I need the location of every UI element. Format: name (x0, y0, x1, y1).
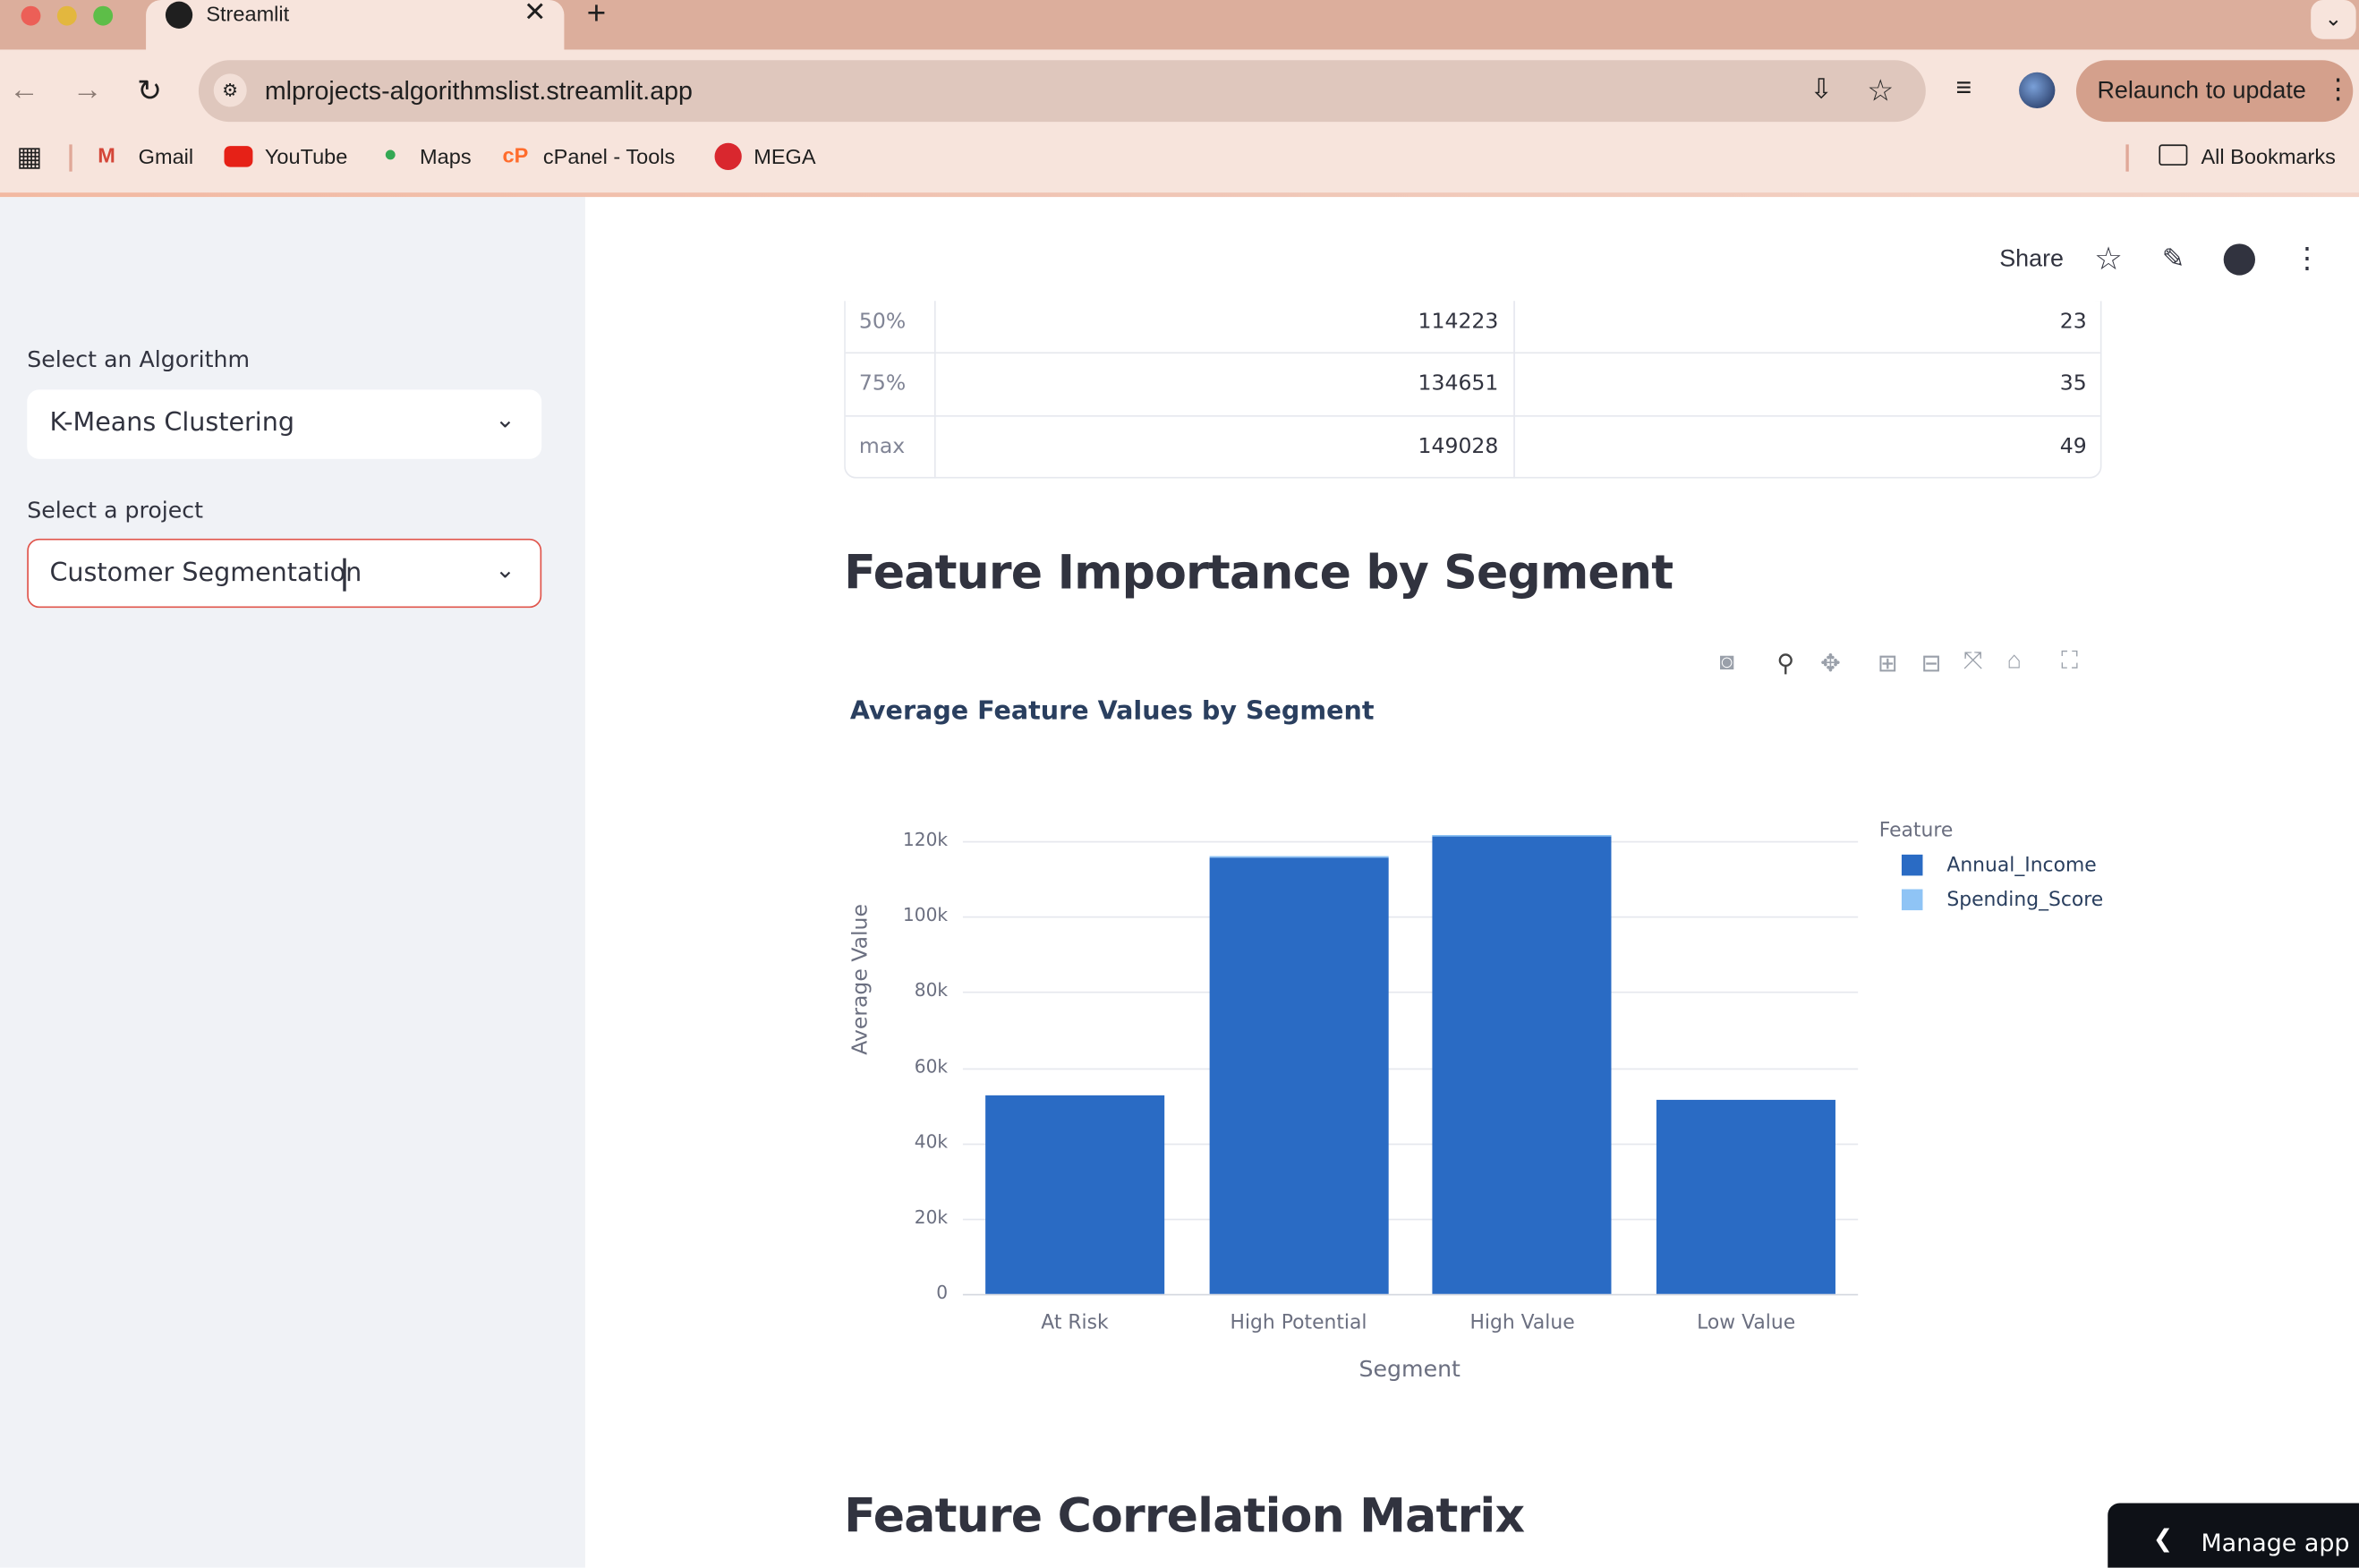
table-col-divider (1513, 301, 1515, 479)
reset-axes-home-icon[interactable]: ⌂ (2007, 649, 2022, 676)
table-row-index: 75% (858, 371, 907, 396)
minimize-window-dot[interactable] (56, 5, 77, 26)
more-menu-icon[interactable]: ⋮ (2324, 73, 2351, 105)
grid-line (962, 916, 1859, 918)
chevron-left-icon[interactable]: ❮ (2153, 1524, 2174, 1555)
table-cell: 35 (2059, 371, 2087, 396)
table-row-divider (845, 352, 2100, 354)
legend-swatch[interactable] (1901, 889, 1923, 911)
url-text[interactable]: mlprojects-algorithmslist.streamlit.app (265, 77, 693, 107)
project-select-value[interactable]: Customer Segmentation (49, 558, 362, 589)
table-cell: 134651 (1418, 371, 1499, 396)
autoscale-icon[interactable]: ⤧ (1963, 649, 1983, 676)
forward-icon[interactable]: → (72, 73, 103, 108)
chart-title: Average Feature Values by Segment (849, 696, 1375, 727)
table-cell: 49 (2059, 434, 2087, 459)
project-label: Select a project (27, 496, 204, 524)
star-icon[interactable]: ☆ (2094, 241, 2123, 278)
legend-swatch[interactable] (1901, 854, 1923, 876)
cpanel-icon: cP (502, 142, 529, 167)
grid-line (962, 1067, 1859, 1069)
youtube-icon (224, 146, 253, 167)
chevron-down-icon[interactable]: ⌄ (495, 555, 515, 585)
bookmark-gmail[interactable]: Gmail (139, 144, 193, 168)
legend-item[interactable]: Spending_Score (1946, 890, 2103, 912)
pan-icon[interactable]: ✥ (1820, 649, 1841, 679)
mega-icon (714, 142, 742, 170)
tab-search-icon[interactable]: ⌄ (2311, 0, 2356, 39)
back-icon[interactable]: ← (9, 73, 39, 108)
x-tick-label: Low Value (1697, 1311, 1796, 1335)
edit-pencil-icon[interactable]: ✎ (2162, 243, 2184, 275)
table-cell: 149028 (1418, 434, 1499, 459)
y-tick-label: 0 (936, 1282, 949, 1303)
y-tick-label: 40k (914, 1130, 949, 1153)
streamlit-crown-icon (165, 1, 193, 29)
bookmark-star-icon[interactable]: ☆ (1867, 72, 1894, 110)
table-cell: 114223 (1418, 310, 1499, 335)
chevron-down-icon[interactable]: ⌄ (495, 405, 515, 435)
bar[interactable] (984, 1095, 1164, 1294)
y-tick-label: 60k (914, 1055, 949, 1077)
gmail-icon: M (98, 142, 115, 167)
y-axis-label: Average Value (848, 904, 873, 1055)
apps-grid-icon[interactable]: ▦ (16, 141, 42, 173)
y-tick-label: 100k (902, 904, 949, 926)
github-icon[interactable] (2223, 243, 2255, 276)
new-tab-icon[interactable]: + (587, 0, 607, 33)
relaunch-label[interactable]: Relaunch to update (2097, 78, 2305, 105)
bar[interactable] (1433, 835, 1613, 1294)
folder-icon (2159, 144, 2188, 166)
x-tick-label: At Risk (1041, 1311, 1109, 1335)
manage-app-label[interactable]: Manage app (2201, 1529, 2349, 1557)
bookmark-divider-right (2125, 144, 2129, 172)
bookmark-maps[interactable]: Maps (420, 144, 472, 168)
bookmark-mega[interactable]: MEGA (754, 144, 815, 168)
algorithm-select-value[interactable]: K-Means Clustering (49, 408, 294, 439)
install-app-icon[interactable]: ⇩ (1810, 73, 1832, 105)
bookmark-cpanel[interactable]: cPanel - Tools (543, 144, 675, 168)
text-cursor (343, 558, 345, 592)
bar[interactable] (1208, 856, 1389, 1294)
y-tick-label: 80k (914, 979, 949, 1001)
maximize-window-dot[interactable] (93, 5, 114, 26)
table-cell: 23 (2059, 310, 2087, 335)
x-tick-label: High Potential (1230, 1311, 1367, 1335)
legend-title: Feature (1878, 820, 1954, 843)
close-tab-icon[interactable]: ✕ (524, 0, 546, 29)
y-tick-label: 20k (914, 1206, 949, 1228)
tab-title: Streamlit (206, 1, 290, 26)
app-menu-icon[interactable]: ⋮ (2293, 243, 2321, 277)
grid-line (962, 840, 1859, 843)
zoom-icon[interactable]: ⚲ (1776, 649, 1794, 679)
bookmark-divider (69, 144, 72, 172)
site-settings-icon[interactable]: ⚙ (213, 73, 247, 107)
algorithm-label: Select an Algorithm (27, 345, 251, 373)
maps-pin-icon: ● (383, 141, 397, 167)
table-col-divider (933, 301, 936, 479)
x-axis-label: Segment (1358, 1355, 1461, 1383)
y-tick-label: 120k (902, 829, 949, 850)
table-row-index: 50% (858, 310, 907, 335)
legend-item[interactable]: Annual_Income (1946, 855, 2096, 877)
reload-icon[interactable]: ↻ (137, 72, 162, 110)
zoom-in-icon[interactable]: ⊞ (1878, 649, 1898, 679)
close-window-dot[interactable] (21, 5, 41, 26)
camera-icon[interactable]: ◙ (1720, 650, 1734, 677)
zoom-out-icon[interactable]: ⊟ (1921, 649, 1942, 679)
all-bookmarks[interactable]: All Bookmarks (2201, 144, 2335, 168)
x-tick-label: High Value (1469, 1311, 1575, 1335)
share-button[interactable]: Share (1999, 247, 2064, 274)
media-control-icon[interactable]: ≡ (1955, 72, 1972, 104)
grid-line (962, 992, 1859, 994)
bar[interactable] (1656, 1100, 1836, 1294)
profile-avatar[interactable] (2019, 72, 2056, 109)
table-row-index: max (858, 434, 906, 459)
bookmark-youtube[interactable]: YouTube (265, 144, 347, 168)
grid-line (962, 1293, 1859, 1296)
fullscreen-icon[interactable]: ⛶ (2061, 649, 2078, 676)
section-heading-correlation-matrix: Feature Correlation Matrix (844, 1489, 1525, 1544)
table-row-divider (845, 414, 2100, 417)
section-heading-feature-importance: Feature Importance by Segment (844, 546, 1673, 601)
